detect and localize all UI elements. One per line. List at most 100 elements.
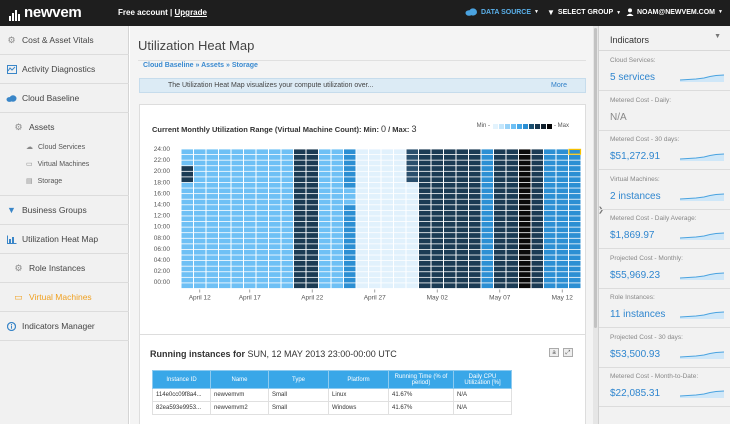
heatmap-cell[interactable] (406, 277, 419, 283)
heatmap-cell[interactable] (256, 194, 269, 199)
heatmap-cell[interactable] (381, 177, 394, 183)
heatmap-cell[interactable] (569, 194, 581, 199)
heatmap-cell[interactable] (569, 216, 581, 222)
heatmap-cell[interactable] (431, 227, 444, 233)
heatmap-cell[interactable] (219, 149, 231, 155)
heatmap-cell[interactable] (444, 233, 456, 238)
heatmap-cell[interactable] (194, 188, 206, 194)
heatmap-cell[interactable] (356, 261, 369, 266)
heatmap-cell[interactable] (219, 227, 231, 233)
heatmap-cell[interactable] (481, 221, 494, 227)
heatmap-cell[interactable] (456, 216, 469, 222)
heatmap-cell[interactable] (206, 227, 219, 233)
heatmap-cell[interactable] (506, 166, 519, 171)
heatmap-cell[interactable] (444, 244, 456, 250)
heatmap-cell[interactable] (244, 166, 256, 171)
heatmap-cell[interactable] (206, 188, 219, 194)
heatmap-cell[interactable] (344, 166, 356, 171)
heatmap-cell[interactable] (356, 166, 369, 171)
heatmap-cell[interactable] (306, 266, 319, 272)
heatmap-cell[interactable] (444, 177, 456, 183)
heatmap-cell[interactable] (569, 266, 581, 272)
heatmap-cell[interactable] (556, 171, 569, 177)
heatmap-cell[interactable] (356, 255, 369, 261)
heatmap-cell[interactable] (481, 210, 494, 216)
heatmap-cell[interactable] (469, 244, 481, 250)
heatmap-cell[interactable] (569, 272, 581, 277)
heatmap-cell[interactable] (469, 249, 481, 255)
heatmap-cell[interactable] (419, 221, 431, 227)
heatmap-cell[interactable] (194, 166, 206, 171)
heatmap-cell[interactable] (381, 249, 394, 255)
heatmap-cell[interactable] (231, 266, 244, 272)
heatmap-cell[interactable] (369, 266, 381, 272)
heatmap-cell[interactable] (406, 249, 419, 255)
heatmap-cell[interactable] (506, 249, 519, 255)
heatmap-cell[interactable] (431, 199, 444, 205)
heatmap-cell[interactable] (294, 188, 306, 194)
heatmap-cell[interactable] (431, 221, 444, 227)
heatmap-cell[interactable] (431, 216, 444, 222)
heatmap-cell[interactable] (381, 221, 394, 227)
heatmap-cell[interactable] (194, 160, 206, 166)
heatmap-cell[interactable] (556, 283, 569, 289)
heatmap-cell[interactable] (394, 272, 406, 277)
heatmap-cell[interactable] (544, 266, 556, 272)
heatmap-cell[interactable] (481, 244, 494, 250)
heatmap-cell[interactable] (306, 210, 319, 216)
heatmap-cell[interactable] (481, 227, 494, 233)
heatmap-cell[interactable] (206, 210, 219, 216)
heatmap-cell[interactable] (394, 249, 406, 255)
heatmap-cell[interactable] (494, 272, 506, 277)
heatmap-cell[interactable] (381, 149, 394, 155)
heatmap-cell[interactable] (194, 194, 206, 199)
heatmap-cell[interactable] (481, 272, 494, 277)
heatmap-cell[interactable] (294, 221, 306, 227)
heatmap-cell[interactable] (456, 194, 469, 199)
heatmap-cell[interactable] (331, 210, 344, 216)
heatmap-cell[interactable] (531, 277, 544, 283)
heatmap-cell[interactable] (194, 261, 206, 266)
heatmap-cell[interactable] (456, 210, 469, 216)
heatmap-cell[interactable] (394, 205, 406, 210)
heatmap-cell[interactable] (269, 227, 281, 233)
heatmap-cell[interactable] (456, 221, 469, 227)
indicator-item[interactable]: Projected Cost - 30 days: $53,500.93 (599, 329, 730, 368)
heatmap-cell[interactable] (219, 249, 231, 255)
sidebar-subitem-virtual-machines[interactable]: ▭ Virtual Machines (26, 160, 89, 169)
heatmap-cell[interactable] (331, 166, 344, 171)
heatmap-cell[interactable] (519, 233, 531, 238)
heatmap-cell[interactable] (369, 194, 381, 199)
heatmap-cell[interactable] (181, 249, 194, 255)
heatmap-cell[interactable] (331, 205, 344, 210)
heatmap-cell[interactable] (281, 261, 294, 266)
heatmap-cell[interactable] (381, 182, 394, 188)
heatmap-cell[interactable] (519, 277, 531, 283)
heatmap-cell[interactable] (306, 182, 319, 188)
heatmap-cell[interactable] (569, 149, 581, 155)
heatmap-cell[interactable] (269, 149, 281, 155)
heatmap-cell[interactable] (419, 216, 431, 222)
heatmap-cell[interactable] (194, 182, 206, 188)
heatmap-cell[interactable] (181, 272, 194, 277)
heatmap-cell[interactable] (531, 160, 544, 166)
heatmap-cell[interactable] (544, 233, 556, 238)
heatmap-cell[interactable] (356, 216, 369, 222)
heatmap-cell[interactable] (494, 160, 506, 166)
heatmap-cell[interactable] (469, 272, 481, 277)
heatmap-cell[interactable] (219, 216, 231, 222)
heatmap-cell[interactable] (231, 188, 244, 194)
heatmap-cell[interactable] (394, 210, 406, 216)
heatmap-cell[interactable] (419, 182, 431, 188)
heatmap-cell[interactable] (394, 255, 406, 261)
heatmap-cell[interactable] (206, 149, 219, 155)
heatmap-cell[interactable] (481, 154, 494, 160)
heatmap-cell[interactable] (519, 166, 531, 171)
heatmap-cell[interactable] (256, 177, 269, 183)
heatmap-cell[interactable] (556, 177, 569, 183)
heatmap-cell[interactable] (256, 277, 269, 283)
heatmap-cell[interactable] (356, 188, 369, 194)
heatmap-cell[interactable] (181, 149, 194, 155)
heatmap-cell[interactable] (344, 227, 356, 233)
heatmap-cell[interactable] (456, 182, 469, 188)
